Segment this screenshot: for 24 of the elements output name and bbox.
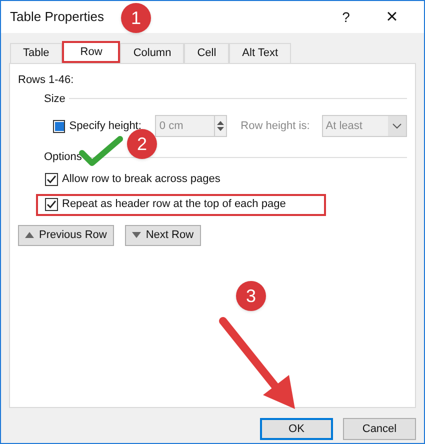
previous-row-button[interactable]: Previous Row [18, 224, 114, 246]
checkbox[interactable] [53, 120, 66, 132]
tab[interactable]: Table [10, 43, 62, 63]
triangle-down-icon [132, 232, 141, 238]
section-heading: Options [44, 150, 82, 165]
ok-button[interactable]: OK [260, 418, 333, 440]
rows-label: Rows 1-46: [18, 73, 75, 88]
chevron-down-icon [388, 116, 406, 136]
tab[interactable]: Alt Text [229, 43, 292, 63]
close-button[interactable]: × [369, 2, 415, 32]
tab[interactable]: Cell [184, 43, 230, 63]
window-title: Table Properties [10, 8, 104, 26]
checkbox[interactable] [45, 173, 58, 186]
field-label: Row height is: [240, 118, 310, 134]
section-heading: Size [44, 92, 66, 106]
checkbox-label: Repeat as header row at the top of each page [62, 197, 286, 212]
next-row-button[interactable]: Next Row [124, 224, 201, 246]
checkbox-label: Allow row to break across pages [62, 172, 220, 188]
triangle-up-icon [25, 232, 34, 238]
tab[interactable]: Row [62, 41, 120, 63]
checkbox[interactable] [45, 198, 58, 211]
tab[interactable]: Column [120, 43, 184, 63]
cancel-button[interactable]: Cancel [343, 418, 416, 440]
help-button[interactable]: ? [331, 6, 361, 28]
